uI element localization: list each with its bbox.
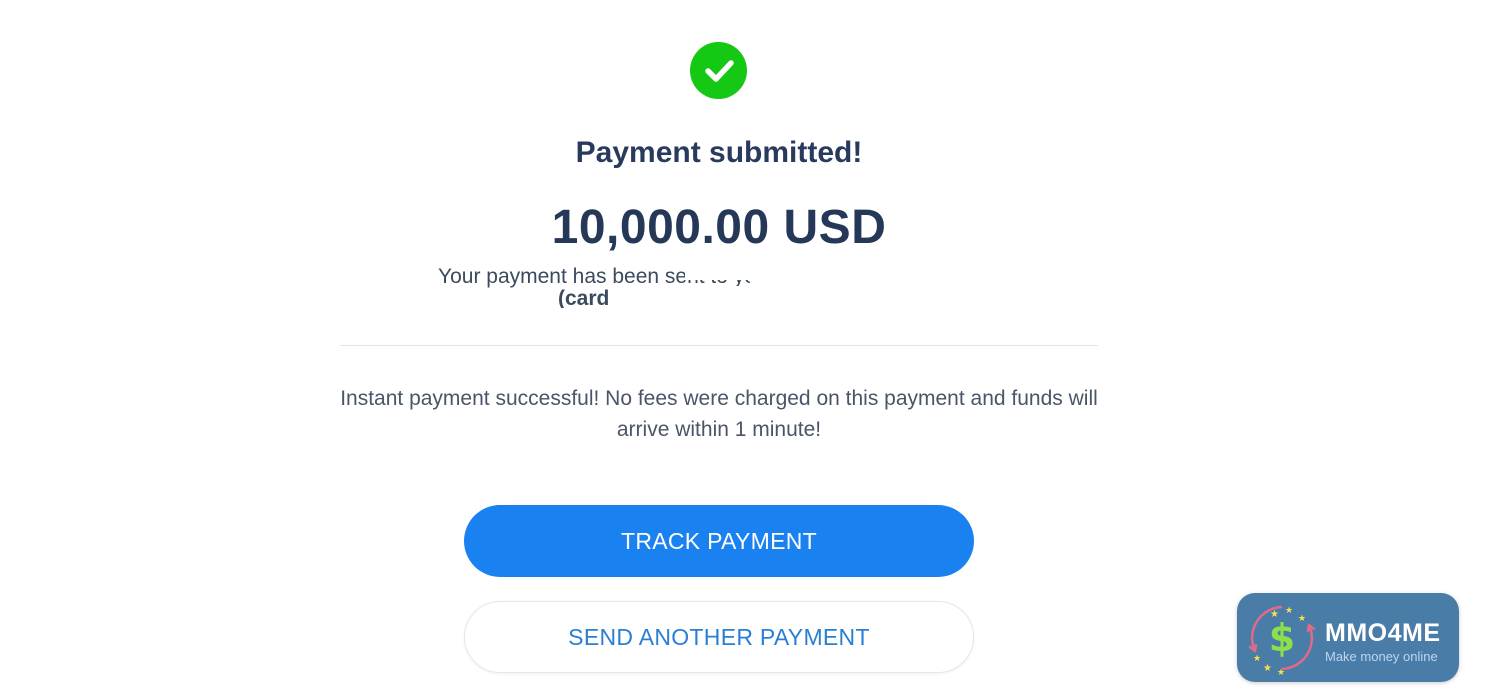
svg-text:★: ★: [1277, 668, 1285, 677]
send-another-payment-button[interactable]: SEND ANOTHER PAYMENT: [464, 601, 974, 673]
watermark-name: MMO4ME: [1325, 619, 1441, 647]
checkmark-circle-icon: [690, 42, 747, 99]
svg-text:$: $: [1269, 616, 1295, 660]
payment-amount: 10,000.00 USD: [551, 201, 887, 254]
instant-payment-message: Instant payment successful! No fees were…: [340, 387, 1098, 441]
status-title: Payment submitted!: [575, 136, 863, 169]
sent-message-detail: (card: [558, 287, 610, 308]
watermark-badge: $ ★ ★ ★ ★ ★ ★ MMO4ME Make money online: [1237, 593, 1459, 682]
svg-text:★: ★: [1253, 654, 1261, 664]
redaction-mask: [620, 286, 1020, 308]
payment-confirmation-page: Payment submitted! 10,000.00 USD Your pa…: [0, 0, 1485, 695]
watermark-tagline: Make money online: [1325, 649, 1438, 664]
track-payment-button[interactable]: TRACK PAYMENT: [464, 505, 974, 577]
redaction-mask: [685, 264, 765, 280]
svg-text:★: ★: [1263, 663, 1272, 674]
divider: [340, 345, 1098, 346]
svg-text:★: ★: [1298, 614, 1306, 624]
recipient-info: Your payment has been sent to your (card: [420, 262, 1020, 308]
checkmark-icon: [704, 59, 734, 82]
svg-text:★: ★: [1270, 609, 1279, 620]
dollar-stars-logo-icon: $ ★ ★ ★ ★ ★ ★: [1248, 605, 1316, 677]
svg-text:★: ★: [1285, 606, 1293, 616]
